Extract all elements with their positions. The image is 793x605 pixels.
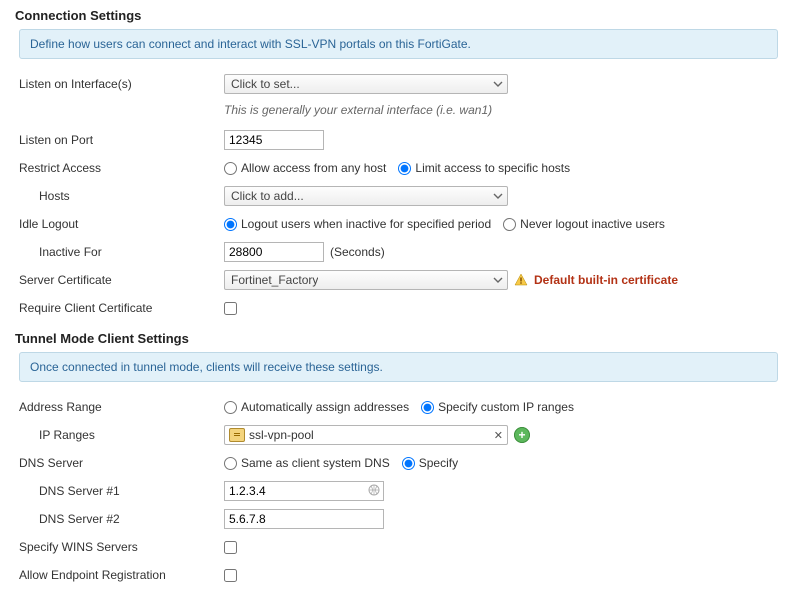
inactive-for-unit: (Seconds) [330, 245, 385, 259]
label-dns-server: DNS Server [19, 456, 224, 470]
radio-label: Never logout inactive users [520, 217, 665, 231]
inactive-for-input[interactable] [224, 242, 324, 262]
label-dns2: DNS Server #2 [19, 512, 224, 526]
dns-same-radio[interactable]: Same as client system DNS [224, 456, 390, 470]
label-server-certificate: Server Certificate [19, 273, 224, 287]
dns-specify-radio[interactable]: Specify [402, 456, 458, 470]
idle-logout-never-radio[interactable]: Never logout inactive users [503, 217, 665, 231]
label-dns1: DNS Server #1 [19, 484, 224, 498]
idle-logout-on-radio[interactable]: Logout users when inactive for specified… [224, 217, 491, 231]
hosts-dropdown[interactable]: Click to add... [224, 186, 508, 206]
ip-ranges-value: ssl-vpn-pool [249, 428, 490, 442]
wins-checkbox[interactable] [224, 541, 237, 554]
addr-range-custom-radio[interactable]: Specify custom IP ranges [421, 400, 574, 414]
radio-label: Limit access to specific hosts [415, 161, 570, 175]
addr-range-auto-radio[interactable]: Automatically assign addresses [224, 400, 409, 414]
ip-ranges-chip[interactable]: ssl-vpn-pool ✕ [224, 425, 508, 445]
label-require-client-cert: Require Client Certificate [19, 301, 224, 315]
dropdown-value: Click to add... [231, 189, 304, 203]
label-endpoint: Allow Endpoint Registration [19, 568, 224, 582]
label-idle-logout: Idle Logout [19, 217, 224, 231]
label-restrict-access: Restrict Access [19, 161, 224, 175]
dns2-input[interactable] [224, 509, 384, 529]
label-hosts: Hosts [19, 189, 224, 203]
label-address-range: Address Range [19, 400, 224, 414]
add-icon[interactable]: + [514, 427, 530, 443]
label-inactive-for: Inactive For [19, 245, 224, 259]
label-listen-port: Listen on Port [19, 133, 224, 147]
label-wins: Specify WINS Servers [19, 540, 224, 554]
section-title-connection: Connection Settings [15, 0, 778, 29]
dns1-input[interactable] [224, 481, 384, 501]
info-tunnel: Once connected in tunnel mode, clients w… [19, 352, 778, 382]
restrict-access-any-radio[interactable]: Allow access from any host [224, 161, 386, 175]
require-client-cert-checkbox[interactable] [224, 302, 237, 315]
listen-port-input[interactable] [224, 130, 324, 150]
radio-label: Same as client system DNS [241, 456, 390, 470]
label-listen-interface: Listen on Interface(s) [19, 77, 224, 91]
info-connection: Define how users can connect and interac… [19, 29, 778, 59]
listen-interface-dropdown[interactable]: Click to set... [224, 74, 508, 94]
radio-label: Logout users when inactive for specified… [241, 217, 491, 231]
address-object-icon [229, 428, 245, 442]
endpoint-checkbox[interactable] [224, 569, 237, 582]
certificate-warning-text: Default built-in certificate [534, 273, 678, 287]
remove-icon[interactable]: ✕ [494, 429, 503, 442]
radio-label: Specify custom IP ranges [438, 400, 574, 414]
listen-interface-hint: This is generally your external interfac… [224, 103, 492, 117]
radio-label: Automatically assign addresses [241, 400, 409, 414]
section-title-tunnel: Tunnel Mode Client Settings [15, 323, 778, 352]
label-ip-ranges: IP Ranges [19, 428, 224, 442]
radio-label: Allow access from any host [241, 161, 386, 175]
dropdown-value: Click to set... [231, 77, 300, 91]
chevron-down-icon [493, 79, 503, 89]
dropdown-value: Fortinet_Factory [231, 273, 318, 287]
radio-label: Specify [419, 456, 458, 470]
restrict-access-specific-radio[interactable]: Limit access to specific hosts [398, 161, 570, 175]
warning-icon [514, 273, 528, 287]
server-certificate-dropdown[interactable]: Fortinet_Factory [224, 270, 508, 290]
chevron-down-icon [493, 275, 503, 285]
chevron-down-icon [493, 191, 503, 201]
